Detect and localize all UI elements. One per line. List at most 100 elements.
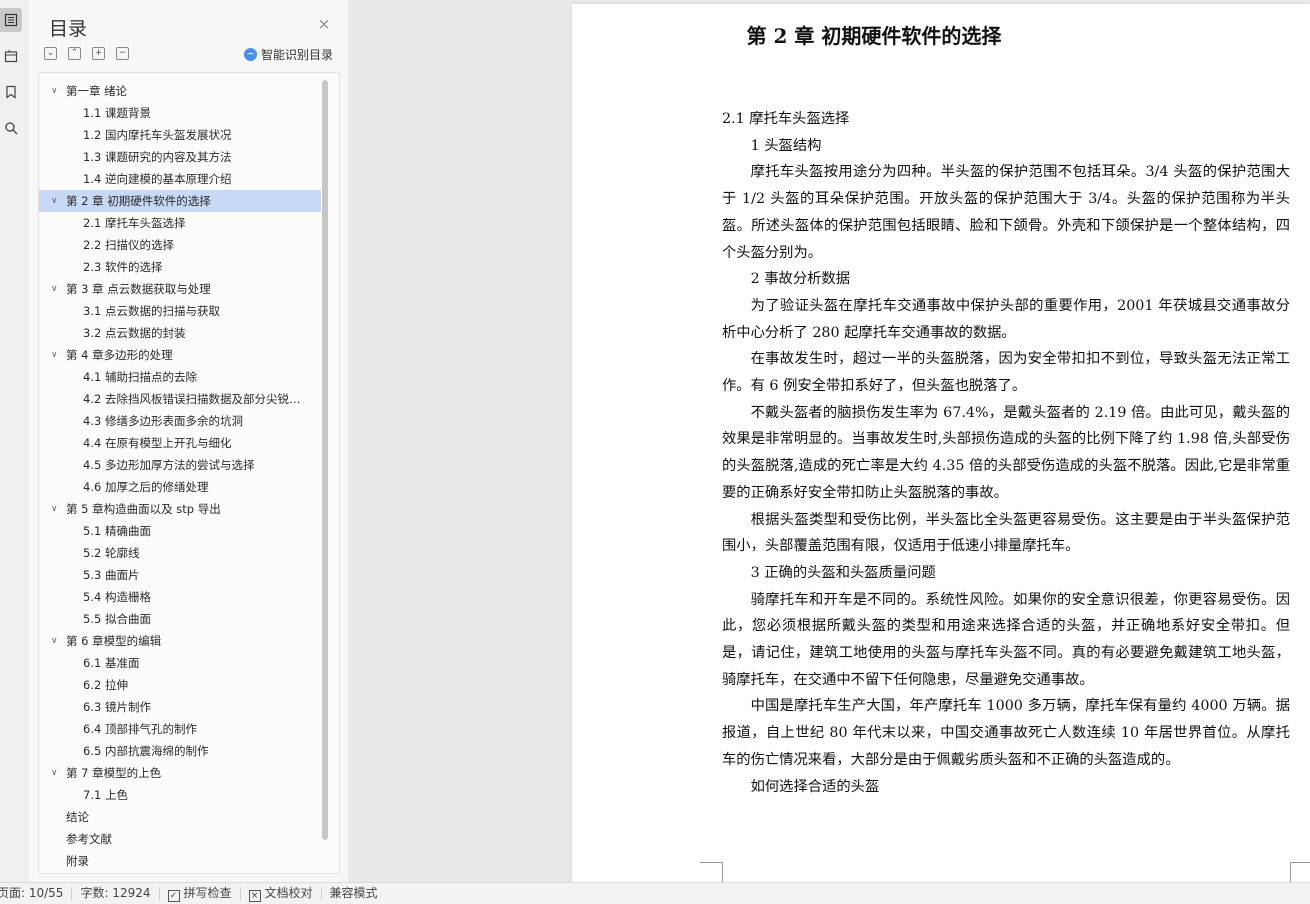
search-icon[interactable]: [0, 116, 22, 140]
toc-item-label: 3.1 点云数据的扫描与获取: [83, 304, 220, 318]
toc-title: 目录: [49, 18, 88, 40]
toc-section-item[interactable]: 2.1 摩托车头盔选择: [39, 212, 321, 234]
toc-list-container: ∨ 第一章 绪论 1.1 课题背景 1.2 国内摩托车头盔发展状况 1.3 课题研究的内…: [38, 72, 340, 874]
toc-item-label: 第 6 章模型的编辑: [66, 634, 162, 648]
nav-icon[interactable]: [0, 44, 22, 68]
chevron-down-icon[interactable]: ∨: [51, 190, 58, 212]
doc-check-label: 文档校对: [264, 886, 313, 900]
toc-section-item[interactable]: 5.2 轮廓线: [39, 542, 321, 564]
toc-section-item[interactable]: 2.3 软件的选择: [39, 256, 321, 278]
smart-toc-button[interactable]: 智能识别目录: [244, 46, 333, 63]
toc-section-item[interactable]: 2.2 扫描仪的选择: [39, 234, 321, 256]
collapse-all-icon[interactable]: ⌄: [44, 47, 57, 60]
toc-item-label: 6.3 镜片制作: [83, 700, 151, 714]
toc-item-label: 6.5 内部抗震海绵的制作: [83, 744, 209, 758]
side-icon-rail: [0, 0, 30, 882]
word-count[interactable]: 字数: 12924: [72, 883, 158, 904]
chevron-down-icon[interactable]: ∨: [51, 762, 58, 784]
toc-item-label: 7.1 上色: [83, 788, 128, 802]
toc-item-label: 4.1 辅助扫描点的去除: [83, 370, 197, 384]
chevron-down-icon[interactable]: ∨: [51, 630, 58, 652]
chevron-down-icon[interactable]: ∨: [51, 344, 58, 366]
document-body: 2.1 摩托车头盔选择 1 头盔结构 摩托车头盔按用途分为四种。半头盔的保护范围不包…: [722, 106, 1290, 800]
toc-section-item[interactable]: 1.3 课题研究的内容及其方法: [39, 146, 321, 168]
toc-item-label: 3.2 点云数据的封装: [83, 326, 186, 340]
document-paragraph: 2.1 摩托车头盔选择: [722, 111, 850, 127]
toc-section-item[interactable]: 1.2 国内摩托车头盔发展状况: [39, 124, 321, 146]
toc-section-item[interactable]: 3.1 点云数据的扫描与获取: [39, 300, 321, 322]
toc-chapter-item[interactable]: ∨ 第 6 章模型的编辑: [39, 630, 321, 652]
status-bar: 页面: 10/55 字数: 12924 ✓ 拼写检查 × 文档校对 兼容模式: [0, 882, 1310, 904]
chevron-down-icon[interactable]: ∨: [51, 278, 58, 300]
document-paragraph: 3 正确的头盔和头盔质量问题: [750, 564, 936, 581]
toc-section-item[interactable]: 4.3 修缮多边形表面多余的坑洞: [39, 410, 321, 432]
toc-section-item[interactable]: 4.4 在原有模型上开孔与细化: [39, 432, 321, 454]
document-paragraph: 如何选择合适的头盔: [750, 778, 880, 795]
toc-section-item[interactable]: 6.1 基准面: [39, 652, 321, 674]
toc-chapter-item[interactable]: ∨ 第 7 章模型的上色: [39, 762, 321, 784]
toc-section-item[interactable]: 7.1 上色: [39, 784, 321, 806]
toc-item-label: 4.2 去除挡风板错误扫描数据及部分尖锐…: [83, 392, 301, 406]
expand-up-icon[interactable]: ⌃: [68, 47, 81, 60]
page-indicator[interactable]: 页面: 10/55: [0, 883, 71, 904]
bookmark-icon[interactable]: [0, 80, 22, 104]
toc-section-item[interactable]: 5.3 曲面片: [39, 564, 321, 586]
toc-section-item[interactable]: 6.5 内部抗震海绵的制作: [39, 740, 321, 762]
chevron-down-icon[interactable]: ∨: [51, 498, 58, 520]
smart-toc-icon: [244, 48, 257, 61]
spell-check-button[interactable]: ✓ 拼写检查: [160, 883, 240, 904]
compat-mode-label: 兼容模式: [329, 886, 378, 900]
toc-section-item[interactable]: 6.3 镜片制作: [39, 696, 321, 718]
add-heading-icon[interactable]: +: [92, 47, 105, 60]
toc-section-item[interactable]: 1.4 逆向建模的基本原理介绍: [39, 168, 321, 190]
toc-section-item[interactable]: 5.1 精确曲面: [39, 520, 321, 542]
toc-item-label: 6.2 拉伸: [83, 678, 128, 692]
toc-item-label: 第 2 章 初期硬件软件的选择: [66, 194, 211, 208]
toc-section-item[interactable]: 4.2 去除挡风板错误扫描数据及部分尖锐…: [39, 388, 321, 410]
toc-item-label: 6.1 基准面: [83, 656, 140, 670]
doc-check-button[interactable]: × 文档校对: [241, 883, 321, 904]
toc-scrollbar[interactable]: [322, 80, 328, 840]
document-paragraph: 为了验证头盔在摩托车交通事故中保护头部的重要作用，2001 年茯城县交通事故分析…: [722, 297, 1290, 341]
toc-section-item[interactable]: 1.1 课题背景: [39, 102, 321, 124]
toc-section-item[interactable]: 5.4 构造栅格: [39, 586, 321, 608]
toc-icon[interactable]: [0, 8, 22, 32]
toc-item-label: 1.1 课题背景: [83, 106, 151, 120]
remove-heading-icon[interactable]: −: [116, 47, 129, 60]
document-paragraph: 骑摩托车和开车是不同的。系统性风险。如果你的安全意识很差，你更容易受伤。因此，您…: [722, 591, 1290, 688]
toc-item-label: 4.4 在原有模型上开孔与细化: [83, 436, 232, 450]
toc-panel: 目录 × ⌄ ⌃ + − 智能识别目录 ∨ 第一章 绪论 1.1 课题背景 1.2 国…: [29, 0, 348, 882]
toc-section-item[interactable]: 6.2 拉伸: [39, 674, 321, 696]
toc-chapter-item[interactable]: ∨ 第 4 章多边形的处理: [39, 344, 321, 366]
toc-item-label: 2.3 软件的选择: [83, 260, 163, 274]
document-paragraph: 1 头盔结构: [750, 137, 822, 154]
toc-chapter-item[interactable]: 参考文献: [39, 828, 321, 850]
toc-section-item[interactable]: 6.4 顶部排气孔的制作: [39, 718, 321, 740]
chapter-title: 第 2 章 初期硬件软件的选择: [746, 24, 1002, 48]
toc-item-label: 5.1 精确曲面: [83, 524, 151, 538]
spell-check-label: 拼写检查: [183, 886, 232, 900]
toc-item-label: 第一章 绪论: [66, 84, 128, 98]
document-page[interactable]: 第 2 章 初期硬件软件的选择 2.1 摩托车头盔选择 1 头盔结构 摩托车头盔按用…: [572, 4, 1310, 885]
toc-section-item[interactable]: 5.5 拟合曲面: [39, 608, 321, 630]
chevron-down-icon[interactable]: ∨: [51, 80, 58, 102]
toc-item-label: 1.4 逆向建模的基本原理介绍: [83, 172, 232, 186]
toc-section-item[interactable]: 4.1 辅助扫描点的去除: [39, 366, 321, 388]
document-paragraph: 在事故发生时，超过一半的头盔脱落，因为安全带扣扣不到位，导致头盔无法正常工作。有…: [722, 351, 1290, 395]
toc-item-label: 4.6 加厚之后的修缮处理: [83, 480, 209, 494]
toc-section-item[interactable]: 3.2 点云数据的封装: [39, 322, 321, 344]
toc-chapter-item[interactable]: ∨ 第 2 章 初期硬件软件的选择: [39, 190, 321, 212]
toc-section-item[interactable]: 4.6 加厚之后的修缮处理: [39, 476, 321, 498]
toc-section-item[interactable]: 4.5 多边形加厚方法的尝试与选择: [39, 454, 321, 476]
toc-item-label: 结论: [66, 810, 89, 824]
toc-chapter-item[interactable]: 附录: [39, 850, 321, 872]
toc-chapter-item[interactable]: ∨ 第 5 章构造曲面以及 stp 导出: [39, 498, 321, 520]
toc-item-label: 6.4 顶部排气孔的制作: [83, 722, 197, 736]
toc-item-label: 第 5 章构造曲面以及 stp 导出: [66, 502, 221, 516]
close-icon[interactable]: ×: [316, 15, 332, 33]
toc-item-label: 1.2 国内摩托车头盔发展状况: [83, 128, 232, 142]
toc-chapter-item[interactable]: ∨ 第 3 章 点云数据获取与处理: [39, 278, 321, 300]
toc-chapter-item[interactable]: ∨ 第一章 绪论: [39, 80, 321, 102]
toc-chapter-item[interactable]: 结论: [39, 806, 321, 828]
toc-item-label: 4.3 修缮多边形表面多余的坑洞: [83, 414, 243, 428]
